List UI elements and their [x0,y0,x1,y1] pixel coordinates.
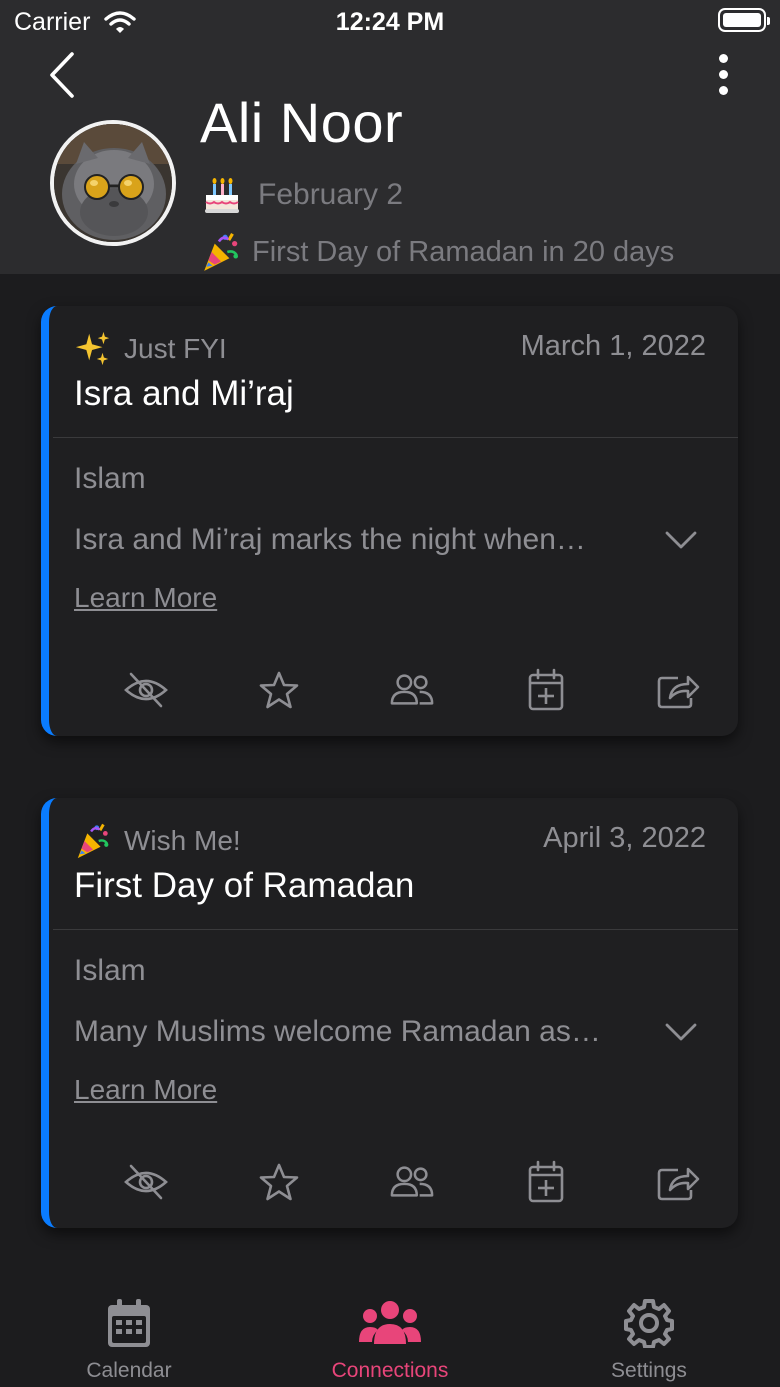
chevron-down-icon[interactable] [665,1022,697,1042]
party-popper-icon [200,231,242,273]
chevron-down-icon[interactable] [665,530,697,550]
tab-settings[interactable]: Settings [549,1297,749,1383]
status-bar: Carrier 12:24 PM [0,0,780,44]
tab-connections-label: Connections [331,1359,449,1382]
party-popper-icon [74,822,112,860]
birthday-cake-icon [205,178,239,213]
card-date: March 1, 2022 [520,330,706,362]
share-button[interactable] [655,668,701,712]
cat-photo [54,124,172,242]
favorite-button[interactable] [256,668,302,712]
sparkles-icon [75,331,110,366]
card-tag-label: Wish Me! [124,825,241,856]
card-title: First Day of Ramadan [74,866,415,905]
upcoming-event-row: First Day of Ramadan in 20 days [200,229,674,275]
event-card[interactable]: Just FYI March 1, 2022 Isra and Mi’raj I… [41,306,738,736]
card-header: Wish Me! April 3, 2022 First Day of Rama… [49,798,738,930]
hide-icon [123,670,169,710]
share-button[interactable] [655,1160,701,1204]
card-divider [53,929,738,930]
card-actions [49,1160,738,1204]
chevron-left-icon [50,52,74,98]
share-with-people-button[interactable] [389,1160,435,1204]
birthday-row: February 2 [202,172,403,218]
card-actions [49,668,738,712]
battery-icon [718,8,770,32]
people-icon [389,1162,435,1202]
more-options-button[interactable] [708,52,738,96]
add-to-calendar-button[interactable] [523,1160,569,1204]
learn-more-link[interactable]: Learn More [74,1074,217,1106]
tab-calendar[interactable]: Calendar [29,1297,229,1383]
more-dot-icon [718,86,728,95]
people-group-icon [359,1301,421,1344]
profile-name: Ali Noor [200,91,404,154]
hide-button[interactable] [123,668,169,712]
share-with-people-button[interactable] [389,668,435,712]
tab-settings-label: Settings [611,1359,687,1382]
more-dot-icon [718,70,728,79]
more-dot-icon [718,54,728,63]
share-icon [656,670,700,710]
learn-more-link[interactable]: Learn More [74,582,217,614]
card-divider [53,437,738,438]
add-to-calendar-button[interactable] [523,668,569,712]
card-date: April 3, 2022 [543,822,706,854]
hide-button[interactable] [123,1160,169,1204]
status-time: 12:24 PM [335,8,445,36]
birthday-date: February 2 [258,178,404,211]
star-icon [259,670,299,710]
tab-bar: Calendar Connections Settings [0,1285,780,1387]
favorite-button[interactable] [256,1160,302,1204]
card-tag: Wish Me! [74,822,241,860]
back-button[interactable] [44,50,84,100]
card-tag-label: Just FYI [124,333,227,364]
card-category: Islam [74,954,146,987]
upcoming-event-text: First Day of Ramadan in 20 days [252,235,675,268]
tab-calendar-label: Calendar [86,1359,172,1382]
gear-icon [624,1299,674,1348]
share-icon [656,1162,700,1202]
calendar-add-icon [526,668,566,712]
tab-connections[interactable]: Connections [290,1297,490,1383]
calendar-add-icon [526,1160,566,1204]
card-category: Islam [74,462,146,495]
card-tag: Just FYI [74,330,227,368]
people-icon [389,670,435,710]
card-description: Isra and Mi’raj marks the night when… [74,523,586,556]
card-title: Isra and Mi’raj [74,374,294,413]
card-header: Just FYI March 1, 2022 Isra and Mi’raj [49,306,738,438]
card-description: Many Muslims welcome Ramadan as… [74,1015,601,1048]
star-icon [259,1162,299,1202]
calendar-icon [108,1299,150,1347]
profile-header: Carrier 12:24 PM Ali Noor February 2 Fir… [0,0,780,274]
event-card[interactable]: Wish Me! April 3, 2022 First Day of Rama… [41,798,738,1228]
avatar [50,120,176,246]
hide-icon [123,1162,169,1202]
